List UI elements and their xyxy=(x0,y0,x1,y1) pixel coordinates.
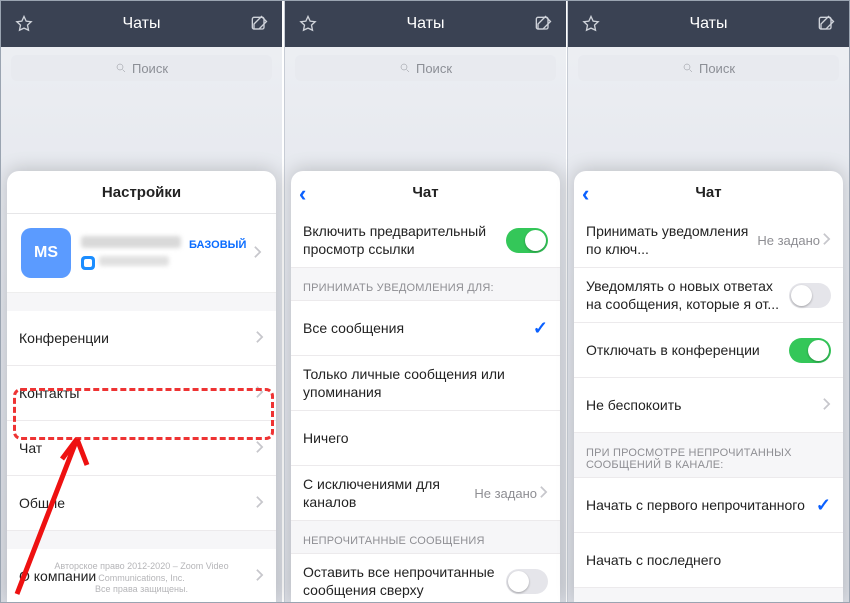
profile-row[interactable]: MS БАЗОВЫЙ xyxy=(7,214,276,293)
settings-sheet: Настройки MS БАЗОВЫЙ Конференции Контакт… xyxy=(7,171,276,602)
compose-icon[interactable] xyxy=(815,13,837,35)
nav-title: Чаты xyxy=(602,15,815,33)
row-link-preview[interactable]: Включить предварительный просмотр ссылки xyxy=(291,213,560,268)
back-button[interactable]: ‹ xyxy=(582,181,589,207)
toggle[interactable] xyxy=(789,338,831,363)
back-button[interactable]: ‹ xyxy=(299,181,306,207)
opt-start-first[interactable]: Начать с первого непрочитанного✓ xyxy=(574,478,843,533)
navbar: Чаты xyxy=(568,1,849,47)
row-disable-in-conf[interactable]: Отключать в конференции xyxy=(574,323,843,378)
row-keep-unread-top[interactable]: Оставить все непрочитанные сообщения све… xyxy=(291,554,560,602)
blurred-email xyxy=(99,256,169,266)
row-reply-notify[interactable]: Уведомлять о новых ответах на сообщения,… xyxy=(574,268,843,323)
chevron-right-icon xyxy=(255,495,264,512)
plan-badge: БАЗОВЫЙ xyxy=(189,239,246,251)
chat-settings-sheet: ‹ Чат Включить предварительный просмотр … xyxy=(291,171,560,602)
opt-none[interactable]: Ничего xyxy=(291,411,560,466)
section-unread: НЕПРОЧИТАННЫЕ СООБЩЕНИЯ xyxy=(291,521,560,554)
navbar: Чаты xyxy=(1,1,282,47)
chevron-right-icon xyxy=(539,485,548,502)
chevron-right-icon xyxy=(822,397,831,414)
chevron-right-icon xyxy=(255,385,264,402)
chat-settings-sheet-2: ‹ Чат Принимать уведомления по ключ... Н… xyxy=(574,171,843,602)
nav-title: Чаты xyxy=(35,15,248,33)
check-icon: ✓ xyxy=(816,495,831,516)
row-dnd[interactable]: Не беспокоить xyxy=(574,378,843,433)
chevron-right-icon xyxy=(253,245,262,262)
row-chat[interactable]: Чат xyxy=(7,421,276,476)
compose-icon[interactable] xyxy=(532,13,554,35)
search-input[interactable]: Поиск xyxy=(11,55,272,81)
star-icon[interactable] xyxy=(297,13,319,35)
avatar: MS xyxy=(21,228,71,278)
sheet-title: Чат xyxy=(695,184,721,201)
chevron-right-icon xyxy=(255,440,264,457)
compose-icon[interactable] xyxy=(248,13,270,35)
navbar: Чаты xyxy=(285,1,566,47)
opt-private[interactable]: Только личные сообщения или упоминания xyxy=(291,356,560,411)
opt-all-messages[interactable]: Все сообщения✓ xyxy=(291,301,560,356)
search-input[interactable]: Поиск xyxy=(578,55,839,81)
opt-start-last[interactable]: Начать с последнего xyxy=(574,533,843,588)
toggle[interactable] xyxy=(789,283,831,308)
blurred-name xyxy=(81,236,181,248)
chevron-right-icon xyxy=(255,330,264,347)
star-icon[interactable] xyxy=(580,13,602,35)
search-input[interactable]: Поиск xyxy=(295,55,556,81)
opt-channel-exceptions[interactable]: С исключениями для каналов Не задано xyxy=(291,466,560,521)
sheet-title: Настройки xyxy=(7,171,276,214)
row-contacts[interactable]: Контакты xyxy=(7,366,276,421)
toggle[interactable] xyxy=(506,569,548,594)
section-unread-start: ПРИ ПРОСМОТРЕ НЕПРОЧИТАННЫХ СООБЩЕНИЙ В … xyxy=(574,433,843,478)
section-when-notify: КОГДА МЕНЯ УВЕДОМЛЯТЬ: xyxy=(574,588,843,602)
chevron-right-icon xyxy=(822,232,831,249)
row-general[interactable]: Общие xyxy=(7,476,276,531)
section-notify: ПРИНИМАТЬ УВЕДОМЛЕНИЯ ДЛЯ: xyxy=(291,268,560,301)
sheet-title: Чат xyxy=(412,184,438,201)
zoom-icon xyxy=(81,256,95,270)
row-conferences[interactable]: Конференции xyxy=(7,311,276,366)
nav-title: Чаты xyxy=(319,15,532,33)
row-keyword-notify[interactable]: Принимать уведомления по ключ... Не зада… xyxy=(574,213,843,268)
check-icon: ✓ xyxy=(533,318,548,339)
star-icon[interactable] xyxy=(13,13,35,35)
toggle-link-preview[interactable] xyxy=(506,228,548,253)
copyright: Авторское право 2012-2020 – Zoom Video C… xyxy=(7,561,276,596)
